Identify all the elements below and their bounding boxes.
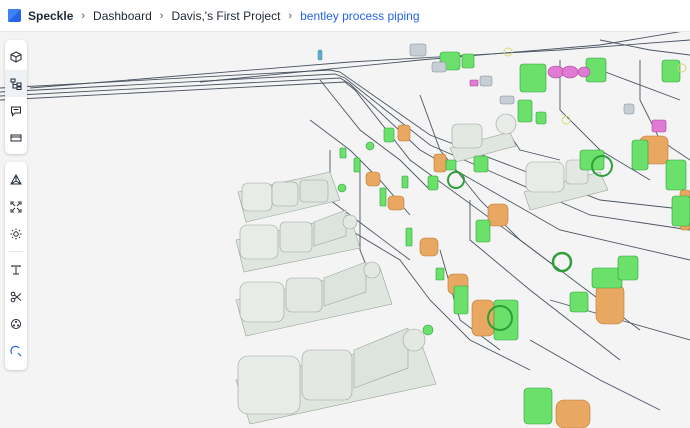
breadcrumb-app[interactable]: Speckle xyxy=(28,9,73,23)
zoom-extents-button[interactable] xyxy=(5,193,27,220)
discussions-button[interactable] xyxy=(5,97,27,124)
light-controls-button[interactable] xyxy=(5,220,27,247)
filter-button[interactable] xyxy=(5,337,27,364)
model-render xyxy=(0,32,690,428)
pump-skid-3 xyxy=(235,261,393,337)
measure-button[interactable] xyxy=(5,256,27,283)
toolbar-divider xyxy=(9,251,23,252)
model-tree-button[interactable] xyxy=(5,70,27,97)
viewer-toolbar-top xyxy=(5,40,27,154)
comments-icon xyxy=(11,106,21,117)
breadcrumb-project[interactable]: Davis,'s First Project xyxy=(171,9,280,23)
pump-skid-1 xyxy=(237,171,341,223)
section-cut-button[interactable] xyxy=(5,283,27,310)
breadcrumb-model[interactable]: bentley process piping xyxy=(300,9,419,23)
explode-icon xyxy=(11,318,21,329)
saved-views-button[interactable] xyxy=(5,124,27,151)
explode-button[interactable] xyxy=(5,310,27,337)
cube-icon xyxy=(10,50,22,63)
zoom-extents-icon xyxy=(10,201,22,212)
measure-icon xyxy=(11,264,21,274)
pump-skid-4 xyxy=(235,327,437,425)
models-button[interactable] xyxy=(5,43,27,70)
viewer-toolbar-bottom xyxy=(5,162,27,370)
section-cut-icon xyxy=(10,291,22,302)
light-icon xyxy=(10,228,22,239)
filter-icon xyxy=(10,345,22,356)
speckle-logo-icon[interactable] xyxy=(8,9,21,22)
3d-viewer-canvas[interactable] xyxy=(0,32,690,428)
chevron-right-icon: › xyxy=(288,9,293,22)
pump-skid-5 xyxy=(449,113,517,163)
perspective-icon xyxy=(10,173,22,184)
breadcrumb-dashboard[interactable]: Dashboard xyxy=(93,9,152,23)
perspective-button[interactable] xyxy=(5,166,27,193)
top-bar: Speckle › Dashboard › Davis,'s First Pro… xyxy=(0,0,690,32)
chevron-right-icon: › xyxy=(159,9,164,22)
chevron-right-icon: › xyxy=(81,9,86,22)
views-icon xyxy=(10,134,22,141)
model-tree-icon xyxy=(10,78,22,90)
